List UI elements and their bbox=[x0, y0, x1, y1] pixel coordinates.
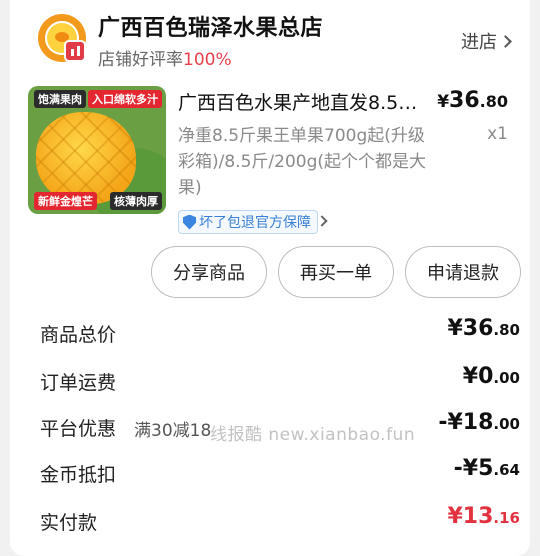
enter-shop-label: 进店 bbox=[461, 32, 497, 53]
image-tag-left: 新鲜金煌芒 bbox=[34, 192, 97, 210]
summary-amount: ¥0.00 bbox=[462, 364, 520, 389]
product-title[interactable]: 广西百色水果产地直发8.5… bbox=[178, 88, 440, 115]
summary-amount: -¥18.00 bbox=[438, 410, 520, 435]
summary-label: 金币抵扣 bbox=[40, 464, 117, 486]
request-refund-button[interactable]: 申请退款 bbox=[405, 246, 521, 298]
image-tag-right: 核薄肉厚 bbox=[110, 192, 162, 210]
summary-row-total: 商品总价 ¥36.80 bbox=[40, 316, 520, 350]
shop-name[interactable]: 广西百色瑞泽水果总店 bbox=[98, 10, 323, 42]
chevron-right-icon bbox=[499, 34, 512, 48]
product-quantity: x1 bbox=[487, 124, 508, 144]
rebuy-button[interactable]: 再买一单 bbox=[278, 246, 394, 298]
summary-amount-paid: ¥13.16 bbox=[447, 504, 520, 529]
shop-rating-label: 店铺好评率 bbox=[98, 50, 183, 70]
price-dec: .80 bbox=[479, 92, 508, 111]
summary-label: 订单运费 bbox=[40, 372, 117, 394]
image-banner-right: 入口绵软多汁 bbox=[88, 90, 162, 108]
guarantee-label: 坏了包退官方保障 bbox=[199, 215, 311, 231]
image-banner-left: 饱满果肉 bbox=[34, 90, 86, 108]
summary-label: 实付款 bbox=[40, 512, 98, 534]
guarantee-badge[interactable]: 坏了包退官方保障 bbox=[178, 210, 318, 234]
shield-icon bbox=[183, 214, 196, 230]
shop-rating-value: 100% bbox=[183, 50, 232, 70]
discount-detail: 满30减18 bbox=[134, 421, 212, 441]
summary-row-paid: 实付款 ¥13.16 bbox=[40, 504, 520, 538]
summary-row-coins: 金币抵扣 -¥5.64 bbox=[40, 456, 520, 490]
watermark: 线报酷 new.xianbao.fun bbox=[210, 425, 416, 445]
summary-label: 商品总价 bbox=[40, 324, 117, 346]
enter-shop-button[interactable]: 进店 bbox=[461, 28, 512, 54]
chevron-right-icon[interactable] bbox=[316, 215, 328, 227]
shop-rank-badge-icon bbox=[64, 40, 86, 62]
product-spec: 净重8.5斤果王单果700g起(升级彩箱)/8.5斤/200g(起个个都是大果) bbox=[178, 126, 426, 198]
shop-rating: 店铺好评率100% bbox=[98, 45, 232, 70]
share-product-button[interactable]: 分享商品 bbox=[151, 246, 267, 298]
price-symbol: ¥ bbox=[437, 92, 450, 112]
summary-amount: ¥36.80 bbox=[447, 316, 520, 341]
order-card: 广西百色瑞泽水果总店 店铺好评率100% 进店 饱满果肉 入口绵软多汁 新鲜金煌… bbox=[10, 0, 530, 556]
summary-label: 平台优惠 bbox=[40, 418, 117, 440]
summary-amount: -¥5.64 bbox=[453, 456, 520, 481]
price-int: 36 bbox=[449, 88, 480, 113]
product-image[interactable]: 饱满果肉 入口绵软多汁 新鲜金煌芒 核薄肉厚 bbox=[28, 86, 166, 214]
product-price: ¥36.80 bbox=[437, 88, 508, 113]
summary-row-shipping: 订单运费 ¥0.00 bbox=[40, 364, 520, 398]
